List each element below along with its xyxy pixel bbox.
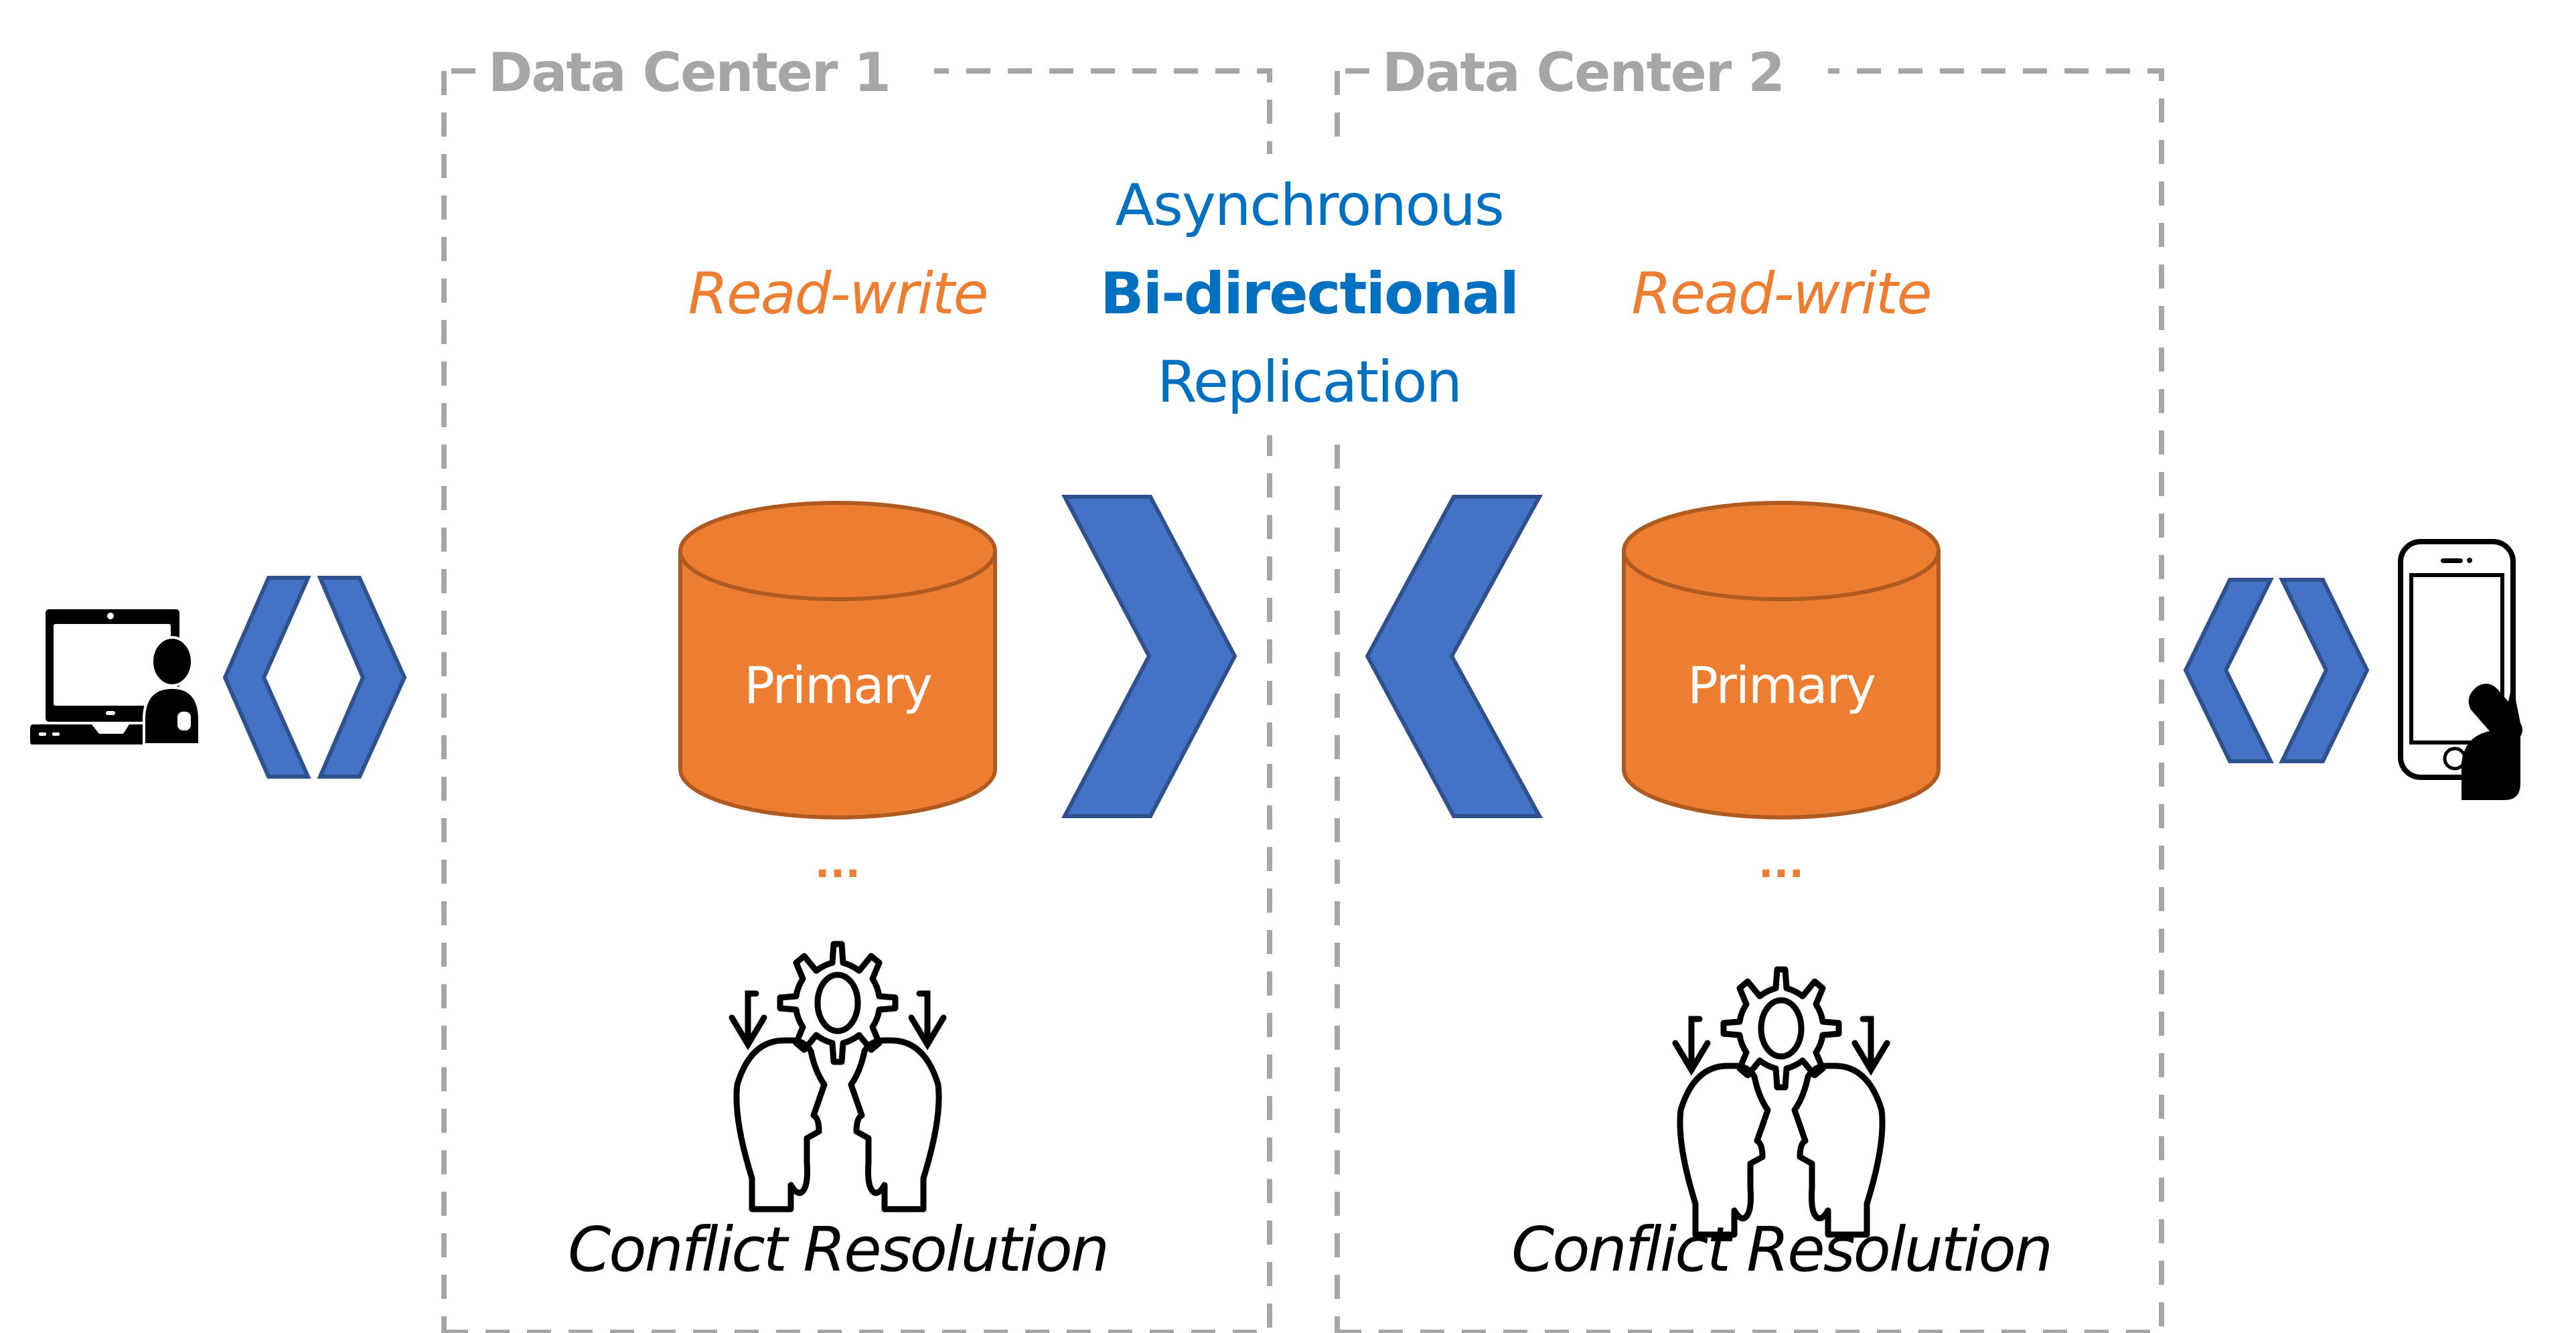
chevron-right-icon xyxy=(2279,578,2370,763)
replication-line-1: Asynchronous xyxy=(1115,172,1503,239)
data-center-1-mode: Read-write xyxy=(688,260,987,327)
client-1-connector xyxy=(222,576,407,779)
replication-line-2: Bi-directional xyxy=(1100,260,1518,327)
data-center-1-label: Data Center 1 xyxy=(488,42,890,104)
data-center-2-conflict-label: Conflict Resolution xyxy=(1511,1214,2051,1285)
conflict-resolution-icon xyxy=(732,944,943,1209)
conflict-resolution-icon xyxy=(1675,969,1887,1235)
data-center-2-more-indicator: ... xyxy=(1758,840,1804,887)
laptop-user-icon xyxy=(30,609,201,746)
chevron-left-icon xyxy=(222,576,311,779)
data-center-1-more-indicator: ... xyxy=(815,840,860,887)
replication-diagram: Data Center 1 Data Center 2 Asynchronous… xyxy=(30,42,2522,1333)
chevron-right-icon xyxy=(1061,495,1237,818)
data-center-1-conflict-label: Conflict Resolution xyxy=(568,1214,1108,1285)
data-center-2-database: Primary xyxy=(1624,503,1939,817)
data-center-2-label: Data Center 2 xyxy=(1382,42,1784,104)
data-center-2-database-label: Primary xyxy=(1687,655,1875,715)
replication-line-3: Replication xyxy=(1157,349,1461,416)
chevron-left-icon xyxy=(1365,495,1543,818)
chevron-right-icon xyxy=(317,576,407,779)
data-center-2-mode: Read-write xyxy=(1631,260,1930,327)
client-2-connector xyxy=(2183,578,2370,763)
smartphone-hand-icon xyxy=(2398,539,2522,800)
data-center-1-database-label: Primary xyxy=(744,655,931,715)
data-center-1-database: Primary xyxy=(680,503,995,817)
chevron-left-icon xyxy=(2183,578,2274,763)
